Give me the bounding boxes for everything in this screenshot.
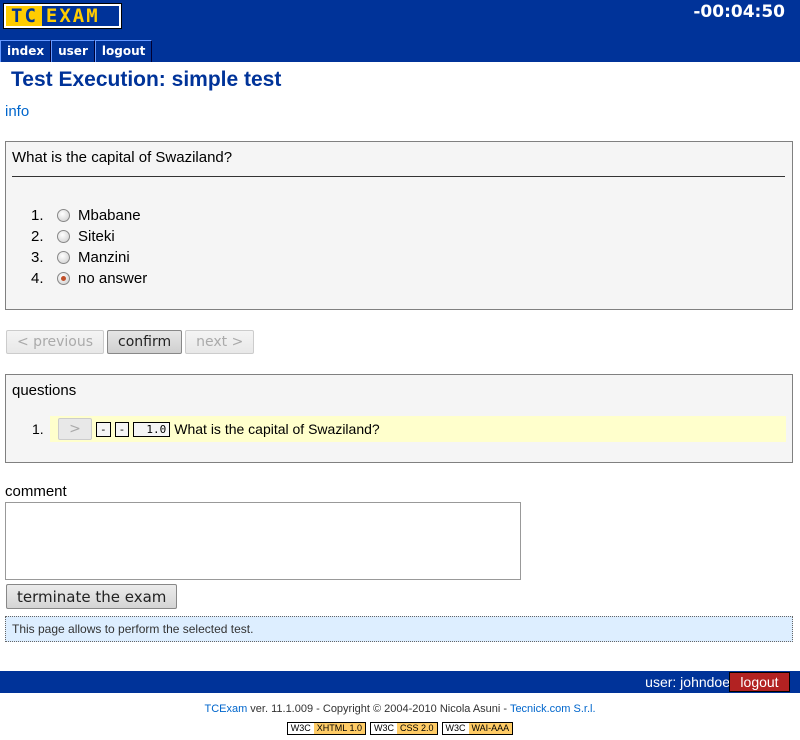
badge-wai[interactable]: W3C WAI-AAA	[441, 722, 514, 735]
menu-logout[interactable]: logout	[94, 40, 153, 62]
w3c-badges: W3C XHTML 1.0 W3C CSS 2.0 W3C WAI-AAA	[0, 722, 800, 735]
answer-radio[interactable]	[57, 209, 70, 222]
tcexam-link[interactable]: TCExam	[204, 703, 247, 715]
logo-tc: TC	[6, 6, 42, 26]
menu-index[interactable]: index	[0, 40, 52, 62]
answer-option[interactable]: 1. Mbabane	[31, 205, 147, 226]
question-list-text: What is the capital of Swaziland?	[174, 421, 380, 437]
terminate-exam-button[interactable]: terminate the exam	[6, 584, 178, 609]
confirm-button[interactable]: confirm	[107, 330, 183, 354]
answer-label[interactable]: Siteki	[78, 228, 115, 245]
answer-option[interactable]: 2. Siteki	[31, 226, 147, 247]
tcexam-logo: TC EXAM	[3, 3, 122, 29]
page-title: Test Execution: simple test	[11, 68, 282, 91]
badge-w3c: W3C	[370, 723, 397, 734]
question-navigation: < previous confirm next >	[6, 330, 255, 354]
question-divider	[12, 176, 785, 177]
help-box: This page allows to perform the selected…	[5, 616, 793, 642]
badge-label: WAI-AAA	[468, 723, 513, 734]
comment-textarea[interactable]	[5, 502, 521, 580]
question-list-number: 1.	[32, 421, 44, 437]
logo-exam: EXAM	[41, 6, 119, 26]
answer-number: 3.	[31, 249, 44, 266]
answer-list: 1. Mbabane 2. Siteki 3. Manzini 4. no an…	[31, 205, 147, 289]
comment-label: comment	[5, 483, 67, 500]
answer-option[interactable]: 4. no answer	[31, 268, 147, 289]
footer-user-label: user: johndoe	[645, 674, 730, 690]
footer-logout-button[interactable]: logout	[729, 672, 790, 692]
badge-css[interactable]: W3C CSS 2.0	[369, 722, 438, 735]
badge-xhtml[interactable]: W3C XHTML 1.0	[286, 722, 366, 735]
answer-label[interactable]: no answer	[78, 270, 147, 287]
main-menu: index user logout	[0, 40, 153, 62]
answer-label[interactable]: Mbabane	[78, 207, 141, 224]
badge-w3c: W3C	[287, 723, 314, 734]
countdown-timer: -00:04:50	[693, 2, 785, 22]
badge-label: CSS 2.0	[396, 723, 437, 734]
info-link[interactable]: info	[5, 103, 29, 120]
menu-user[interactable]: user	[51, 40, 95, 62]
answer-number: 1.	[31, 207, 44, 224]
question-flag-displayed: -	[114, 421, 130, 437]
copyright: TCExam ver. 11.1.009 - Copyright © 2004-…	[0, 703, 800, 715]
copyright-text: ver. 11.1.009 - Copyright © 2004-2010 Ni…	[247, 703, 510, 715]
questions-title: questions	[12, 382, 77, 399]
tecnick-link[interactable]: Tecnick.com S.r.l.	[510, 703, 596, 715]
go-to-question-button[interactable]: >	[58, 418, 92, 440]
previous-button[interactable]: < previous	[6, 330, 105, 354]
answer-number: 2.	[31, 228, 44, 245]
header: TC EXAM -00:04:50 index user logout	[0, 0, 800, 62]
answer-radio[interactable]	[57, 251, 70, 264]
answer-radio-selected[interactable]	[57, 272, 70, 285]
badge-w3c: W3C	[442, 723, 469, 734]
answer-label[interactable]: Manzini	[78, 249, 130, 266]
badge-label: XHTML 1.0	[313, 723, 365, 734]
question-score: 1.0	[133, 421, 171, 437]
next-button[interactable]: next >	[185, 330, 255, 354]
answer-number: 4.	[31, 270, 44, 287]
question-box: What is the capital of Swaziland? 1. Mba…	[5, 141, 793, 310]
footer-bar: user: johndoe logout	[0, 671, 800, 693]
question-flag-answered: -	[96, 421, 111, 437]
questions-panel: questions 1. > - - 1.0 What is the capit…	[5, 374, 793, 463]
answer-option[interactable]: 3. Manzini	[31, 247, 147, 268]
answer-radio[interactable]	[57, 230, 70, 243]
question-list-item: 1. > - - 1.0 What is the capital of Swaz…	[32, 416, 786, 442]
question-text: What is the capital of Swaziland?	[12, 149, 233, 166]
